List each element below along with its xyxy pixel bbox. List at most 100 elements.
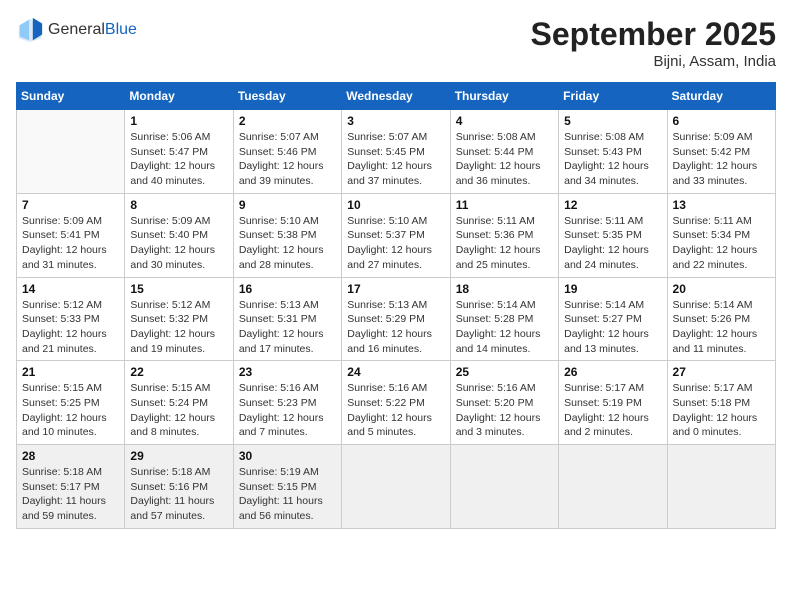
day-number: 16 [239, 282, 336, 296]
day-number: 27 [673, 365, 770, 379]
day-number: 11 [456, 198, 553, 212]
day-number: 5 [564, 114, 661, 128]
day-number: 19 [564, 282, 661, 296]
day-detail: Sunrise: 5:07 AMSunset: 5:45 PMDaylight:… [347, 130, 444, 189]
calendar-cell: 10 Sunrise: 5:10 AMSunset: 5:37 PMDayligh… [342, 193, 450, 277]
calendar-cell [667, 445, 775, 529]
calendar-cell: 13 Sunrise: 5:11 AMSunset: 5:34 PMDayligh… [667, 193, 775, 277]
calendar-cell: 8Sunrise: 5:09 AMSunset: 5:40 PMDaylight… [125, 193, 233, 277]
calendar-cell: 24 Sunrise: 5:16 AMSunset: 5:22 PMDayligh… [342, 361, 450, 445]
calendar-cell [450, 445, 558, 529]
day-detail: Sunrise: 5:09 AMSunset: 5:42 PMDaylight:… [673, 130, 770, 189]
weekday-header-thursday: Thursday [450, 83, 558, 110]
day-detail: Sunrise: 5:06 AMSunset: 5:47 PMDaylight:… [130, 130, 227, 189]
calendar-cell: 11 Sunrise: 5:11 AMSunset: 5:36 PMDayligh… [450, 193, 558, 277]
day-number: 28 [22, 449, 119, 463]
day-detail: Sunrise: 5:14 AMSunset: 5:27 PMDaylight:… [564, 298, 661, 357]
calendar-cell: 2Sunrise: 5:07 AMSunset: 5:46 PMDaylight… [233, 110, 341, 194]
day-detail: Sunrise: 5:17 AMSunset: 5:18 PMDaylight:… [673, 381, 770, 440]
day-number: 15 [130, 282, 227, 296]
day-detail: Sunrise: 5:10 AMSunset: 5:37 PMDaylight:… [347, 214, 444, 273]
day-number: 4 [456, 114, 553, 128]
weekday-header-friday: Friday [559, 83, 667, 110]
calendar-cell: 14 Sunrise: 5:12 AMSunset: 5:33 PMDayligh… [17, 277, 125, 361]
weekday-header-wednesday: Wednesday [342, 83, 450, 110]
calendar-cell: 7 Sunrise: 5:09 AMSunset: 5:41 PMDaylight… [17, 193, 125, 277]
calendar-cell [17, 110, 125, 194]
day-detail: Sunrise: 5:09 AMSunset: 5:41 PMDaylight:… [22, 214, 119, 273]
day-detail: Sunrise: 5:12 AMSunset: 5:32 PMDaylight:… [130, 298, 227, 357]
day-detail: Sunrise: 5:18 AMSunset: 5:17 PMDaylight:… [22, 465, 119, 524]
logo: GeneralBlue [16, 16, 137, 44]
calendar-cell: 15 Sunrise: 5:12 AMSunset: 5:32 PMDayligh… [125, 277, 233, 361]
logo-blue-text: Blue [105, 21, 137, 39]
calendar-week-3: 14 Sunrise: 5:12 AMSunset: 5:33 PMDayligh… [17, 277, 776, 361]
calendar-week-5: 28 Sunrise: 5:18 AMSunset: 5:17 PMDayligh… [17, 445, 776, 529]
day-number: 13 [673, 198, 770, 212]
calendar-cell: 23Sunrise: 5:16 AMSunset: 5:23 PMDayligh… [233, 361, 341, 445]
title-block: September 2025 Bijni, Assam, India [531, 16, 776, 70]
day-number: 26 [564, 365, 661, 379]
day-number: 30 [239, 449, 336, 463]
day-number: 7 [22, 198, 119, 212]
calendar-week-2: 7 Sunrise: 5:09 AMSunset: 5:41 PMDaylight… [17, 193, 776, 277]
calendar-cell: 6 Sunrise: 5:09 AMSunset: 5:42 PMDaylight… [667, 110, 775, 194]
logo-text: GeneralBlue [48, 21, 137, 39]
day-detail: Sunrise: 5:15 AMSunset: 5:24 PMDaylight:… [130, 381, 227, 440]
calendar-cell: 1 Sunrise: 5:06 AMSunset: 5:47 PMDaylight… [125, 110, 233, 194]
weekday-header-row: SundayMondayTuesdayWednesdayThursdayFrid… [17, 83, 776, 110]
day-number: 6 [673, 114, 770, 128]
calendar-cell: 26 Sunrise: 5:17 AMSunset: 5:19 PMDayligh… [559, 361, 667, 445]
calendar-table: SundayMondayTuesdayWednesdayThursdayFrid… [16, 82, 776, 529]
month-title: September 2025 [531, 16, 776, 53]
calendar-cell: 17Sunrise: 5:13 AMSunset: 5:29 PMDayligh… [342, 277, 450, 361]
day-detail: Sunrise: 5:16 AMSunset: 5:20 PMDaylight:… [456, 381, 553, 440]
day-number: 10 [347, 198, 444, 212]
calendar-cell [342, 445, 450, 529]
calendar-cell: 25 Sunrise: 5:16 AMSunset: 5:20 PMDayligh… [450, 361, 558, 445]
day-detail: Sunrise: 5:10 AMSunset: 5:38 PMDaylight:… [239, 214, 336, 273]
day-number: 25 [456, 365, 553, 379]
weekday-header-saturday: Saturday [667, 83, 775, 110]
calendar-week-1: 1 Sunrise: 5:06 AMSunset: 5:47 PMDaylight… [17, 110, 776, 194]
day-number: 1 [130, 114, 227, 128]
day-detail: Sunrise: 5:12 AMSunset: 5:33 PMDaylight:… [22, 298, 119, 357]
calendar-cell: 18Sunrise: 5:14 AMSunset: 5:28 PMDayligh… [450, 277, 558, 361]
day-number: 12 [564, 198, 661, 212]
day-number: 24 [347, 365, 444, 379]
day-detail: Sunrise: 5:15 AMSunset: 5:25 PMDaylight:… [22, 381, 119, 440]
day-number: 29 [130, 449, 227, 463]
day-number: 22 [130, 365, 227, 379]
logo-icon [16, 16, 44, 44]
location-subtitle: Bijni, Assam, India [531, 53, 776, 70]
day-number: 18 [456, 282, 553, 296]
calendar-cell: 5 Sunrise: 5:08 AMSunset: 5:43 PMDaylight… [559, 110, 667, 194]
day-detail: Sunrise: 5:16 AMSunset: 5:22 PMDaylight:… [347, 381, 444, 440]
calendar-cell: 4Sunrise: 5:08 AMSunset: 5:44 PMDaylight… [450, 110, 558, 194]
day-detail: Sunrise: 5:09 AMSunset: 5:40 PMDaylight:… [130, 214, 227, 273]
day-detail: Sunrise: 5:13 AMSunset: 5:31 PMDaylight:… [239, 298, 336, 357]
day-number: 9 [239, 198, 336, 212]
calendar-cell: 20Sunrise: 5:14 AMSunset: 5:26 PMDayligh… [667, 277, 775, 361]
day-number: 20 [673, 282, 770, 296]
day-detail: Sunrise: 5:07 AMSunset: 5:46 PMDaylight:… [239, 130, 336, 189]
day-number: 21 [22, 365, 119, 379]
day-detail: Sunrise: 5:11 AMSunset: 5:36 PMDaylight:… [456, 214, 553, 273]
day-number: 3 [347, 114, 444, 128]
day-detail: Sunrise: 5:11 AMSunset: 5:34 PMDaylight:… [673, 214, 770, 273]
calendar-cell: 9 Sunrise: 5:10 AMSunset: 5:38 PMDaylight… [233, 193, 341, 277]
calendar-week-4: 21 Sunrise: 5:15 AMSunset: 5:25 PMDayligh… [17, 361, 776, 445]
calendar-cell: 28 Sunrise: 5:18 AMSunset: 5:17 PMDayligh… [17, 445, 125, 529]
logo-general-text: General [48, 21, 105, 39]
calendar-cell [559, 445, 667, 529]
calendar-cell: 22 Sunrise: 5:15 AMSunset: 5:24 PMDayligh… [125, 361, 233, 445]
calendar-cell: 27 Sunrise: 5:17 AMSunset: 5:18 PMDayligh… [667, 361, 775, 445]
calendar-cell: 3 Sunrise: 5:07 AMSunset: 5:45 PMDaylight… [342, 110, 450, 194]
page-header: GeneralBlue September 2025 Bijni, Assam,… [16, 16, 776, 70]
calendar-cell: 29 Sunrise: 5:18 AMSunset: 5:16 PMDayligh… [125, 445, 233, 529]
day-detail: Sunrise: 5:08 AMSunset: 5:43 PMDaylight:… [564, 130, 661, 189]
day-detail: Sunrise: 5:17 AMSunset: 5:19 PMDaylight:… [564, 381, 661, 440]
calendar-cell: 30Sunrise: 5:19 AMSunset: 5:15 PMDayligh… [233, 445, 341, 529]
day-number: 14 [22, 282, 119, 296]
day-detail: Sunrise: 5:18 AMSunset: 5:16 PMDaylight:… [130, 465, 227, 524]
